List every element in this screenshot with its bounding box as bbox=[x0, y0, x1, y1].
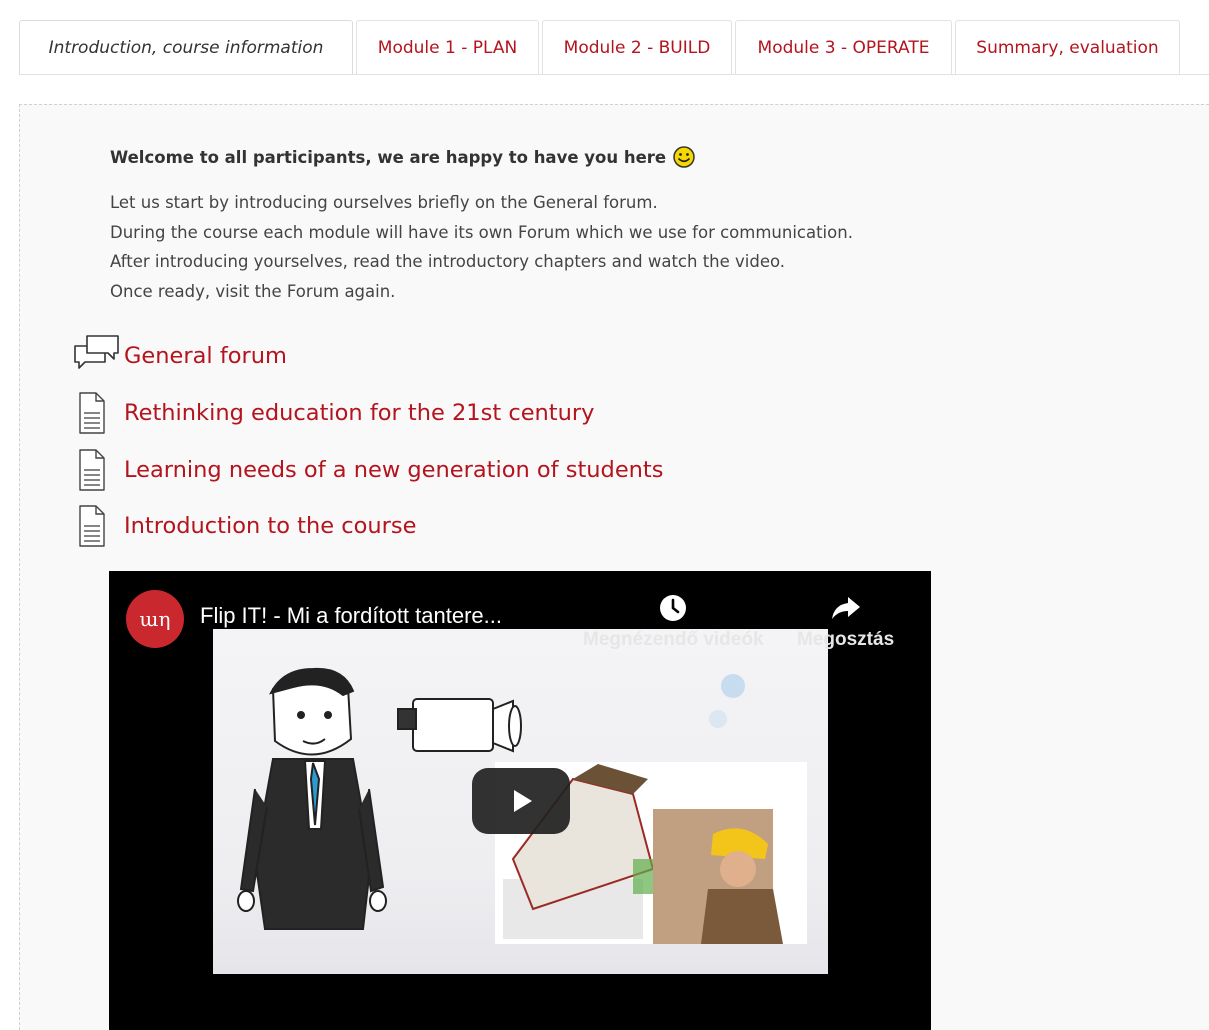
tab-label: Module 1 - PLAN bbox=[377, 37, 518, 58]
activity-label[interactable]: Introduction to the course bbox=[124, 513, 416, 539]
play-button[interactable] bbox=[472, 768, 570, 834]
page-icon bbox=[72, 448, 124, 492]
activity-intro-course[interactable]: Introduction to the course bbox=[72, 504, 416, 548]
share-label: Megosztás bbox=[797, 629, 895, 650]
activity-general-forum[interactable]: General forum bbox=[72, 334, 287, 378]
tab-label: Module 3 - OPERATE bbox=[757, 37, 930, 58]
tab-module-2[interactable]: Module 2 - BUILD bbox=[542, 20, 732, 74]
forum-icon bbox=[72, 334, 124, 378]
smiley-icon bbox=[673, 146, 695, 168]
share-button[interactable]: Megosztás bbox=[797, 593, 894, 651]
intro-line: During the course each module will have … bbox=[110, 222, 853, 242]
tab-label: Summary, evaluation bbox=[976, 37, 1159, 58]
share-icon bbox=[831, 597, 860, 619]
watch-later-button[interactable]: Megnézendő videók bbox=[583, 593, 764, 651]
video-player[interactable]: ɯη Flip IT! - Mi a fordított tantere... … bbox=[109, 571, 931, 1030]
activity-label[interactable]: Learning needs of a new generation of st… bbox=[124, 457, 663, 483]
activity-learning-needs[interactable]: Learning needs of a new generation of st… bbox=[72, 448, 663, 492]
activity-label[interactable]: Rethinking education for the 21st centur… bbox=[124, 400, 594, 426]
section-tabs: Introduction, course information Module … bbox=[19, 20, 1183, 76]
welcome-body: Let us start by introducing ourselves br… bbox=[110, 188, 853, 306]
video-title[interactable]: Flip IT! - Mi a fordított tantere... bbox=[200, 603, 502, 629]
watch-later-label: Megnézendő videók bbox=[583, 629, 764, 650]
intro-line: Let us start by introducing ourselves br… bbox=[110, 193, 658, 212]
clock-icon bbox=[660, 595, 687, 621]
activity-label[interactable]: General forum bbox=[124, 343, 287, 369]
tab-introduction[interactable]: Introduction, course information bbox=[19, 20, 353, 74]
tab-module-3[interactable]: Module 3 - OPERATE bbox=[735, 20, 952, 74]
activity-rethinking-education[interactable]: Rethinking education for the 21st centur… bbox=[72, 391, 594, 435]
play-icon bbox=[514, 790, 532, 812]
tab-summary[interactable]: Summary, evaluation bbox=[955, 20, 1180, 74]
intro-line: After introducing yourselves, read the i… bbox=[110, 252, 786, 271]
welcome-heading-text: Welcome to all participants, we are happ… bbox=[110, 147, 667, 167]
page-icon bbox=[72, 391, 124, 435]
tab-module-1[interactable]: Module 1 - PLAN bbox=[356, 20, 539, 74]
welcome-heading: Welcome to all participants, we are happ… bbox=[110, 146, 695, 168]
tab-label: Introduction, course information bbox=[48, 37, 324, 58]
intro-line: Once ready, visit the Forum again. bbox=[110, 281, 396, 301]
tab-divider bbox=[19, 74, 1209, 75]
channel-logo-text: ɯη bbox=[139, 607, 171, 631]
page-icon bbox=[72, 504, 124, 548]
channel-logo[interactable]: ɯη bbox=[126, 590, 184, 648]
tab-label: Module 2 - BUILD bbox=[563, 37, 711, 58]
